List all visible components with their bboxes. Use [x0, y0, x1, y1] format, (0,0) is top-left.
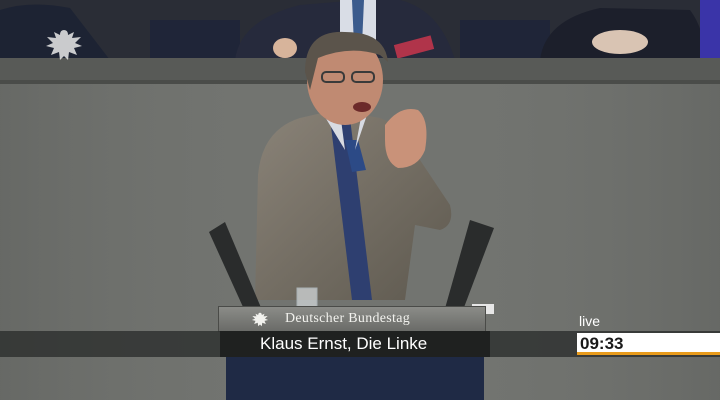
speaker-caption: Klaus Ernst, Die Linke	[260, 334, 428, 353]
clock-box: 09:33	[577, 333, 720, 355]
institution-name: Deutscher Bundestag	[285, 311, 411, 326]
live-label: live	[579, 313, 601, 329]
lectern-nameplate: Deutscher Bundestag	[218, 306, 486, 332]
federal-eagle-icon	[46, 30, 82, 60]
speaker-caption-box: Klaus Ernst, Die Linke	[220, 331, 490, 357]
federal-eagle-icon	[251, 312, 269, 327]
clock-time: 09:33	[580, 334, 624, 353]
